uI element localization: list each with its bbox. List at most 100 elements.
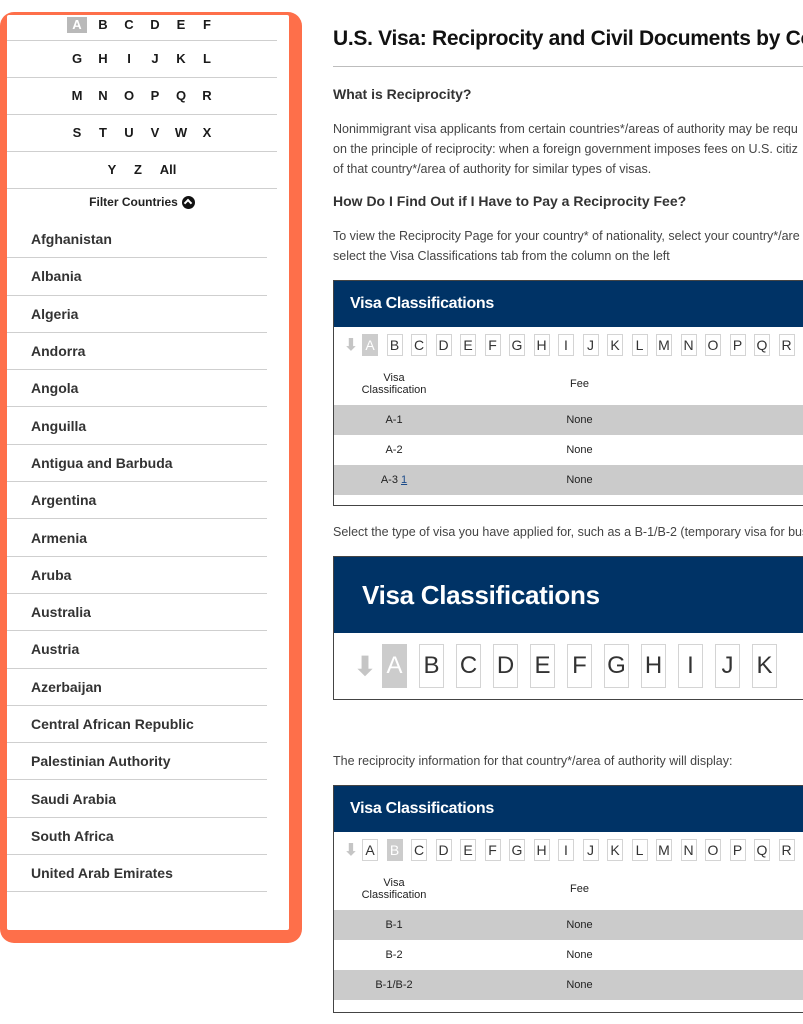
col-header-fee: Fee — [570, 378, 589, 390]
visa-letter-h[interactable]: H — [641, 644, 666, 688]
letter-filter-o[interactable]: O — [116, 88, 142, 104]
visa-letter-g[interactable]: G — [509, 334, 525, 356]
country-link[interactable]: Afghanistan — [7, 221, 267, 259]
visa-letter-c[interactable]: C — [411, 334, 427, 356]
visa-letter-f[interactable]: F — [484, 839, 501, 861]
visa-letter-e[interactable]: E — [460, 334, 476, 356]
letter-filter-v[interactable]: V — [142, 125, 168, 141]
country-link[interactable]: South Africa — [7, 818, 267, 856]
visa-letter-n[interactable]: N — [680, 334, 697, 356]
country-link[interactable]: Azerbaijan — [7, 669, 267, 706]
visa-letter-h[interactable]: H — [533, 839, 550, 861]
country-link[interactable]: Central African Republic — [7, 706, 267, 744]
visa-letter-h[interactable]: H — [533, 334, 550, 356]
letter-filter-t[interactable]: T — [90, 125, 116, 141]
letter-filter-u[interactable]: U — [116, 125, 142, 141]
visa-letter-i[interactable]: I — [678, 644, 703, 688]
visa-letter-g[interactable]: G — [604, 644, 629, 688]
visa-letter-l[interactable]: L — [631, 334, 648, 356]
visa-letter-j[interactable]: J — [582, 334, 599, 356]
visa-letter-r[interactable]: R — [778, 839, 795, 861]
visa-letter-e[interactable]: E — [530, 644, 555, 688]
letter-filter-s[interactable]: S — [64, 125, 90, 141]
letter-filter-l[interactable]: L — [194, 51, 220, 67]
letter-filter-k[interactable]: K — [168, 51, 194, 67]
visa-letter-d[interactable]: D — [435, 334, 452, 356]
letter-filter-w[interactable]: W — [168, 125, 194, 141]
visa-letter-e[interactable]: E — [460, 839, 476, 861]
letter-filter-z[interactable]: Z — [125, 162, 151, 178]
visa-letter-f[interactable]: F — [484, 334, 501, 356]
visa-letter-n[interactable]: N — [680, 839, 697, 861]
letter-filter-all[interactable]: All — [151, 162, 185, 178]
country-link[interactable]: Australia — [7, 594, 267, 632]
letter-filter-r[interactable]: R — [194, 88, 220, 104]
letter-filter-j[interactable]: J — [142, 51, 168, 67]
visa-letter-k[interactable]: K — [607, 334, 623, 356]
country-link[interactable]: Argentina — [7, 482, 267, 520]
visa-letter-d[interactable]: D — [435, 839, 452, 861]
visa-letter-c[interactable]: C — [456, 644, 481, 688]
country-link[interactable]: Angola — [7, 370, 267, 408]
visa-letter-b[interactable]: B — [419, 644, 444, 688]
letter-filter-h[interactable]: H — [90, 51, 116, 67]
letter-filter-m[interactable]: M — [64, 88, 90, 104]
paragraph-line: Nonimmigrant visa applicants from certai… — [333, 122, 798, 136]
country-link[interactable]: Algeria — [7, 296, 267, 333]
visa-letter-f[interactable]: F — [567, 644, 592, 688]
visa-letter-k[interactable]: K — [752, 644, 777, 688]
country-link[interactable]: Andorra — [7, 333, 267, 371]
country-link[interactable]: United Arab Emirates — [7, 855, 267, 893]
country-link[interactable]: Aruba — [7, 557, 267, 594]
col-header-classification: Visa Classification — [361, 372, 427, 396]
country-link[interactable]: Antigua and Barbuda — [7, 445, 267, 483]
letter-filter-q[interactable]: Q — [168, 88, 194, 104]
visa-letter-b[interactable]: B — [386, 334, 403, 356]
visa-letter-a[interactable]: A — [362, 334, 378, 356]
letter-filter-y[interactable]: Y — [99, 162, 125, 178]
visa-letter-m[interactable]: M — [656, 839, 672, 861]
visa-letter-p[interactable]: P — [729, 334, 746, 356]
letter-filter-a[interactable]: A — [67, 17, 87, 33]
visa-letter-q[interactable]: Q — [754, 839, 770, 861]
visa-letter-i[interactable]: I — [558, 839, 574, 861]
letter-filter-x[interactable]: X — [194, 125, 220, 141]
visa-letter-o[interactable]: O — [705, 839, 721, 861]
visa-classifications-example-zoomed: Visa Classifications ⬇ A B C D E F G H I J K — [333, 556, 803, 700]
letter-filter-f[interactable]: F — [194, 17, 220, 33]
country-link[interactable]: Armenia — [7, 519, 267, 557]
country-link[interactable]: Palestinian Authority — [7, 743, 267, 781]
visa-letter-c[interactable]: C — [411, 839, 427, 861]
country-link[interactable]: Austria — [7, 631, 267, 669]
visa-letter-g[interactable]: G — [509, 839, 525, 861]
letter-filter-g[interactable]: G — [64, 51, 90, 67]
visa-letter-m[interactable]: M — [656, 334, 672, 356]
letter-filter-b[interactable]: B — [90, 17, 116, 33]
visa-letter-r[interactable]: R — [778, 334, 795, 356]
visa-letter-q[interactable]: Q — [754, 334, 770, 356]
letter-filter-n[interactable]: N — [90, 88, 116, 104]
visa-letter-d[interactable]: D — [493, 644, 518, 688]
country-link[interactable]: Albania — [7, 258, 267, 296]
visa-letter-j[interactable]: J — [582, 839, 599, 861]
visa-letter-k[interactable]: K — [607, 839, 623, 861]
letter-filter-d[interactable]: D — [142, 17, 168, 33]
visa-letter-l[interactable]: L — [631, 839, 648, 861]
filter-countries-toggle[interactable]: Filter Countries — [7, 189, 277, 215]
country-sidebar: A B C D E F G H I J K L M N O P Q R S T U V W X Y Z All Filter Cou… — [7, 15, 289, 930]
country-link[interactable]: Anguilla — [7, 407, 267, 445]
letter-filter-e[interactable]: E — [168, 17, 194, 33]
paragraph-line: select the Visa Classifications tab from… — [333, 249, 670, 263]
visa-letter-b[interactable]: B — [386, 839, 403, 861]
letter-filter-p[interactable]: P — [142, 88, 168, 104]
visa-letter-a[interactable]: A — [382, 644, 407, 688]
visa-letter-i[interactable]: I — [558, 334, 574, 356]
letter-filter-i[interactable]: I — [116, 51, 142, 67]
visa-letter-p[interactable]: P — [729, 839, 746, 861]
letter-filter-c[interactable]: C — [116, 17, 142, 33]
footnote-link[interactable]: 1 — [401, 474, 407, 486]
visa-letter-o[interactable]: O — [705, 334, 721, 356]
visa-letter-j[interactable]: J — [715, 644, 740, 688]
visa-letter-a[interactable]: A — [362, 839, 378, 861]
country-link[interactable]: Saudi Arabia — [7, 780, 267, 818]
